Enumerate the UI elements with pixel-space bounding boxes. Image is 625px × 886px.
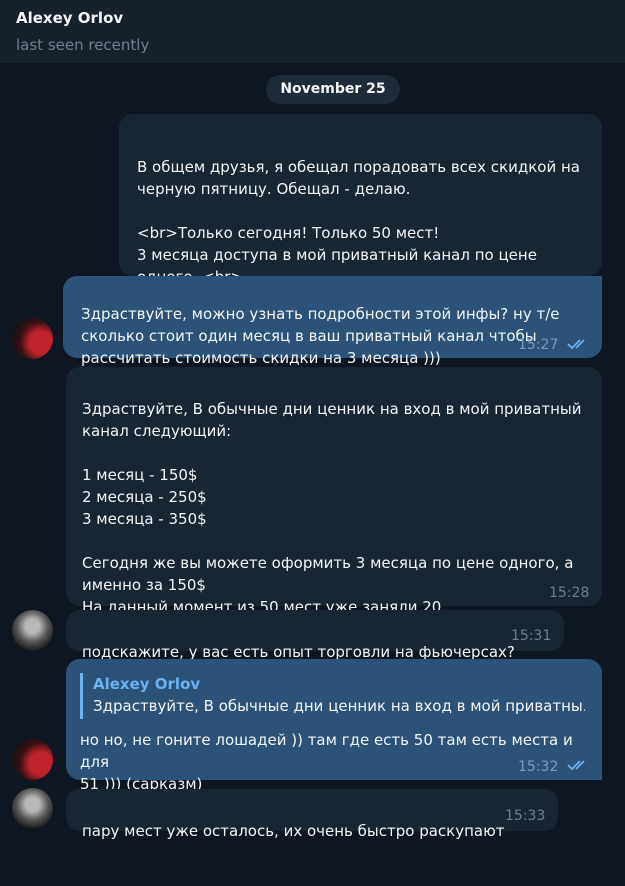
message-bubble[interactable]: подскажите, у вас есть опыт торговли на …	[66, 610, 564, 661]
avatar[interactable]	[12, 788, 53, 829]
message-bubble[interactable]: Здраствуйте, можно узнать подробности эт…	[63, 276, 602, 367]
message-bubble[interactable]: В общем друзья, я обещал порадовать всех…	[119, 114, 602, 276]
message-time: 15:28	[549, 585, 590, 601]
date-separator: November 25	[266, 75, 400, 104]
contact-status: last seen recently	[16, 36, 150, 54]
message-text: но но, не гоните лошадей )) там где есть…	[80, 731, 573, 793]
double-check-icon	[567, 339, 585, 350]
message-time: 15:33	[505, 808, 546, 824]
avatar[interactable]	[12, 610, 53, 651]
message-text: В общем друзья, я обещал порадовать всех…	[137, 158, 580, 276]
message-time: 15:27	[518, 337, 559, 353]
message-text: Здраствуйте, можно узнать подробности эт…	[81, 305, 560, 367]
reply-quote[interactable]: Alexey Orlov Здраствуйте, В обычные дни …	[80, 673, 585, 719]
chat-header[interactable]: Alexey Orlov last seen recently	[0, 0, 625, 64]
avatar[interactable]	[12, 318, 53, 359]
avatar[interactable]	[12, 739, 53, 780]
message-bubble[interactable]: Здраствуйте, В обычные дни ценник на вхо…	[66, 367, 602, 616]
message-text: Здраствуйте, В обычные дни ценник на вхо…	[82, 400, 582, 616]
reply-author: Alexey Orlov	[93, 675, 201, 693]
message-time: 15:31	[511, 628, 552, 644]
reply-text: Здраствуйте, В обычные дни ценник на вхо…	[93, 697, 585, 715]
message-bubble[interactable]: пару мест уже осталось, их очень быстро …	[66, 789, 558, 840]
contact-name[interactable]: Alexey Orlov	[16, 8, 609, 28]
